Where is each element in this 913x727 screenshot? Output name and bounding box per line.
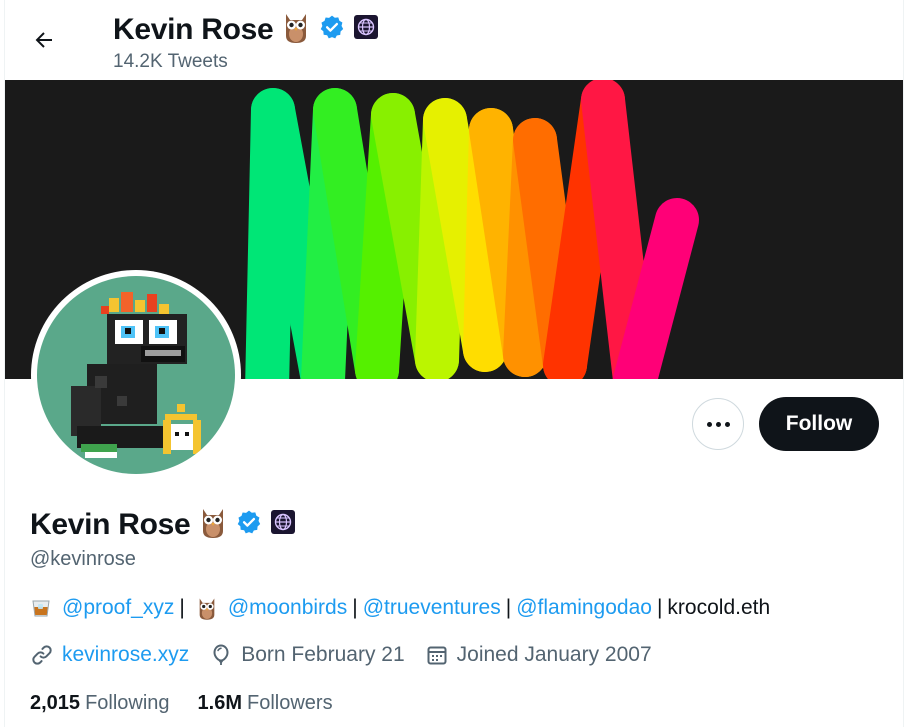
following-count: 2,015 — [30, 692, 81, 714]
profile-avatar[interactable] — [31, 270, 241, 480]
verified-badge-icon[interactable] — [319, 14, 345, 45]
balloon-icon — [213, 644, 229, 665]
followers-count: 1.6M — [197, 692, 243, 714]
bio-separator: | — [656, 596, 663, 619]
website-item: kevinrose.xyz — [30, 643, 189, 667]
globe-icon[interactable] — [270, 509, 296, 540]
bio-link-moonbirds[interactable]: @moonbirds — [228, 596, 347, 620]
verified-badge-icon[interactable] — [236, 509, 262, 540]
bio-link-flamingodao[interactable]: @flamingodao — [516, 596, 652, 620]
bio-ens-name: krocold.eth — [667, 596, 771, 619]
calendar-icon — [427, 646, 447, 665]
more-icon-dot — [724, 421, 730, 427]
profile-meta: kevinrose.xyz Born February 21 Joined Ja… — [30, 643, 672, 667]
following-label: Following — [85, 692, 170, 714]
header-title: Kevin Rose — [113, 10, 379, 49]
bio-separator: | — [505, 596, 512, 619]
bio-separator: | — [179, 596, 185, 619]
owl-icon — [281, 10, 311, 49]
more-icon-dot — [706, 421, 712, 427]
joined-item: Joined January 2007 — [425, 643, 652, 667]
tweet-count: 14.2K Tweets — [113, 51, 228, 72]
website-link[interactable]: kevinrose.xyz — [62, 643, 189, 667]
profile-name-row: Kevin Rose — [30, 505, 296, 544]
follow-stats: 2,015 Following 1.6M Followers — [30, 692, 361, 715]
profile-name: Kevin Rose — [30, 507, 191, 541]
profile-bio: @proof_xyz | @moonbirds | @trueventures … — [30, 595, 770, 621]
birthday-text: Born February 21 — [241, 643, 405, 666]
joined-text: Joined January 2007 — [456, 643, 652, 666]
frame-border-right — [903, 0, 904, 727]
bio-separator: | — [352, 596, 358, 619]
more-options-button[interactable] — [692, 398, 744, 450]
bio-link-trueventures[interactable]: @trueventures — [363, 596, 501, 620]
avatar-image — [37, 276, 235, 474]
bio-link-proof[interactable]: @proof_xyz — [62, 596, 174, 620]
owl-icon — [196, 595, 218, 621]
owl-icon — [198, 505, 228, 544]
follow-button[interactable]: Follow — [759, 397, 879, 451]
link-icon — [32, 645, 52, 665]
more-icon-dot — [715, 421, 721, 427]
whiskey-glass-icon — [30, 597, 52, 619]
following-stat[interactable]: 2,015 Following — [30, 692, 170, 715]
profile-handle: @kevinrose — [30, 548, 136, 570]
birthday-item: Born February 21 — [209, 643, 405, 667]
globe-icon[interactable] — [353, 14, 379, 45]
back-arrow-icon[interactable] — [28, 24, 60, 56]
followers-stat[interactable]: 1.6M Followers — [198, 692, 333, 715]
header-name: Kevin Rose — [113, 12, 274, 46]
followers-label: Followers — [247, 692, 333, 714]
